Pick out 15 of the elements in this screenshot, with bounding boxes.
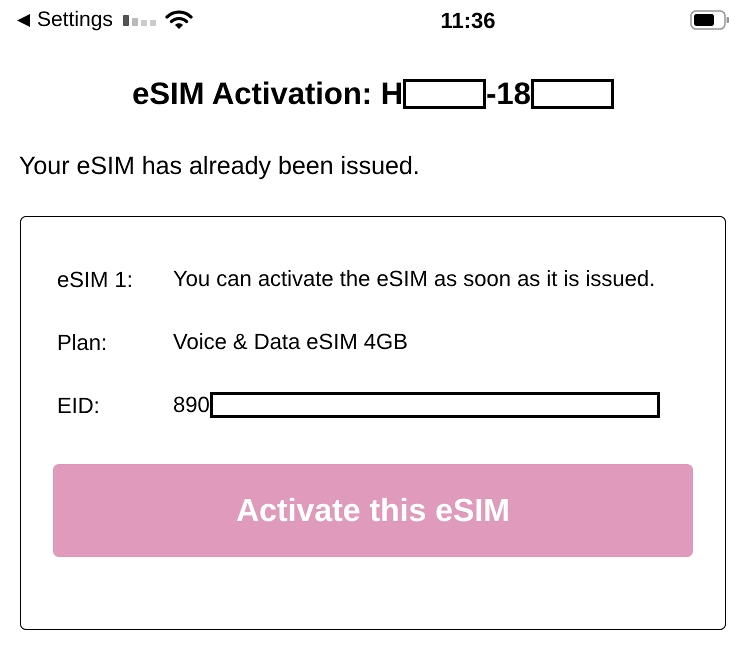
back-link[interactable]: Settings bbox=[37, 4, 113, 36]
page-title: -18 bbox=[486, 75, 531, 113]
field-value: You can activate the eSIM as soon as it is issued. bbox=[173, 265, 656, 293]
status-message: Your eSIM has already been issued. bbox=[19, 151, 421, 182]
wifi-icon bbox=[164, 10, 193, 30]
field-value: Voice & Data eSIM 4GB bbox=[173, 328, 408, 356]
field-label: Plan: bbox=[57, 328, 108, 356]
field-label: EID: bbox=[57, 392, 101, 420]
field-value: 890 bbox=[173, 391, 210, 419]
page-title: eSIM Activation: H bbox=[132, 75, 404, 113]
clock-time: 11:36 bbox=[439, 6, 497, 34]
battery-icon bbox=[690, 10, 730, 30]
back-icon[interactable] bbox=[16, 12, 31, 28]
signal-icon bbox=[122, 14, 159, 26]
field-label: eSIM 1: bbox=[57, 266, 134, 294]
